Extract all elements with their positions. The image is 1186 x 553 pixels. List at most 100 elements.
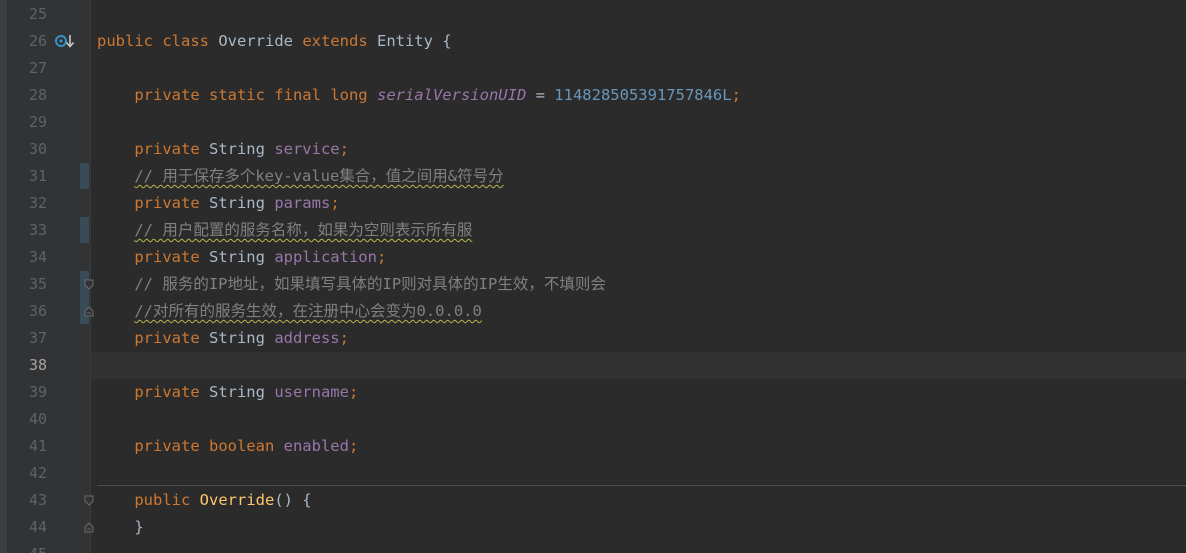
code-text[interactable]: private boolean enabled; <box>97 433 358 460</box>
line-number: 45 <box>7 541 47 553</box>
code-token: ; <box>348 383 359 401</box>
code-token: service <box>274 140 340 158</box>
code-text[interactable]: private String username; <box>97 379 358 406</box>
code-text[interactable]: // 用户配置的服务名称，如果为空则表示所有服 <box>97 217 472 244</box>
code-text[interactable]: //对所有的服务生效，在注册中心会变为0.0.0.0 <box>97 298 482 325</box>
line-number: 42 <box>28 464 47 482</box>
code-line[interactable]: 31 // 用于保存多个key-value集合，值之间用&符号分 <box>0 163 1186 190</box>
code-token: static <box>208 86 275 104</box>
line-number: 26 <box>28 32 47 50</box>
code-token: Override <box>218 32 303 50</box>
line-number: 44 <box>28 518 47 536</box>
code-token: serialVersionUID <box>376 86 527 104</box>
code-token: public <box>97 491 200 509</box>
code-line[interactable]: 36 //对所有的服务生效，在注册中心会变为0.0.0.0 <box>0 298 1186 325</box>
line-number: 41 <box>28 437 47 455</box>
code-token: address <box>274 329 340 347</box>
code-line[interactable]: 29 <box>0 109 1186 136</box>
code-line[interactable]: 42 <box>0 460 1186 487</box>
code-token: params <box>274 194 331 212</box>
code-token: 114828505391757846L <box>554 86 732 104</box>
line-number: 27 <box>28 59 47 77</box>
code-line[interactable]: 33 // 用户配置的服务名称，如果为空则表示所有服 <box>0 217 1186 244</box>
line-number: 25 <box>28 5 47 23</box>
code-token: ; <box>348 437 359 455</box>
code-text[interactable]: public class Override extends Entity { <box>97 28 452 55</box>
code-text[interactable]: private static final long serialVersionU… <box>97 82 741 109</box>
code-token: enabled <box>283 437 349 455</box>
code-line[interactable]: 40 <box>0 406 1186 433</box>
code-token: boolean <box>208 437 284 455</box>
code-text[interactable]: } <box>97 514 144 541</box>
code-token: String <box>208 194 275 212</box>
code-text[interactable]: private String params; <box>97 190 339 217</box>
code-line[interactable]: 43 public Override() { <box>0 487 1186 514</box>
line-number: 35 <box>28 275 47 293</box>
code-token: private <box>97 86 209 104</box>
line-number: 29 <box>28 113 47 131</box>
code-token: private <box>97 383 209 401</box>
code-token: ; <box>339 140 349 158</box>
code-line[interactable]: 35 // 服务的IP地址，如果填写具体的IP则对具体的IP生效，不填则会 <box>0 271 1186 298</box>
code-token: //对所有的服务生效，在注册中心会变为0.0.0.0 <box>134 302 482 320</box>
code-token: // 用户配置的服务名称，如果为空则表示所有服 <box>134 221 473 239</box>
code-token: ; <box>731 86 741 104</box>
code-token: public <box>97 32 163 50</box>
code-text[interactable]: // 服务的IP地址，如果填写具体的IP则对具体的IP生效，不填则会 <box>97 271 606 298</box>
code-text[interactable]: private String application; <box>97 244 386 271</box>
code-token: private <box>97 194 209 212</box>
code-line[interactable]: 34 private String application; <box>0 244 1186 271</box>
code-editor[interactable]: 25 26 public class Override extends Entity… <box>0 0 1186 553</box>
code-token: String <box>208 329 275 347</box>
line-number: 39 <box>28 383 47 401</box>
line-number: 31 <box>28 167 47 185</box>
code-token: private <box>97 140 209 158</box>
code-line[interactable]: 26 public class Override extends Entity { <box>0 28 1186 55</box>
line-number: 37 <box>28 329 47 347</box>
code-token: application <box>274 248 377 266</box>
line-number: 30 <box>28 140 47 158</box>
code-line[interactable]: 39 private String username; <box>0 379 1186 406</box>
code-token: ; <box>376 248 387 266</box>
code-token: long <box>330 86 377 104</box>
code-token: Override <box>199 491 275 509</box>
code-token: String <box>208 383 275 401</box>
code-token: extends <box>302 32 377 50</box>
code-token: // 用于保存多个key-value集合，值之间用&符号分 <box>134 167 504 185</box>
code-token: Entity { <box>376 32 452 50</box>
code-line[interactable]: 44 } <box>0 514 1186 541</box>
line-number: 33 <box>28 221 47 239</box>
code-token: final <box>274 86 331 104</box>
code-text[interactable]: private String service; <box>97 136 349 163</box>
code-token: username <box>274 383 349 401</box>
code-line[interactable]: 30 private String service; <box>0 136 1186 163</box>
code-token: // 服务的IP地址，如果填写具体的IP则对具体的IP生效，不填则会 <box>134 275 606 293</box>
code-line[interactable]: 25 <box>0 1 1186 28</box>
code-text[interactable]: public Override() { <box>97 487 312 514</box>
line-number: 36 <box>28 302 47 320</box>
code-line[interactable]: 27 <box>0 55 1186 82</box>
code-line[interactable]: 32 private String params; <box>0 190 1186 217</box>
line-number: 40 <box>28 410 47 428</box>
code-token: String <box>208 248 275 266</box>
code-token: private <box>97 437 209 455</box>
code-text[interactable]: private String address; <box>97 325 349 352</box>
code-line[interactable]: 37 private String address; <box>0 325 1186 352</box>
code-line[interactable]: 28 private static final long serialVersi… <box>0 82 1186 109</box>
code-line[interactable]: 38 <box>0 352 1186 379</box>
code-token: } <box>97 518 144 536</box>
line-number: 38 <box>28 356 47 374</box>
code-line[interactable]: 45 <box>0 541 1186 553</box>
line-number: 28 <box>28 86 47 104</box>
line-number: 43 <box>28 491 47 509</box>
code-token: class <box>162 32 219 50</box>
code-line[interactable]: 41 private boolean enabled; <box>0 433 1186 460</box>
code-token: () { <box>274 491 312 509</box>
code-text[interactable]: // 用于保存多个key-value集合，值之间用&符号分 <box>97 163 504 190</box>
code-token: ; <box>339 329 349 347</box>
code-token: private <box>97 329 209 347</box>
